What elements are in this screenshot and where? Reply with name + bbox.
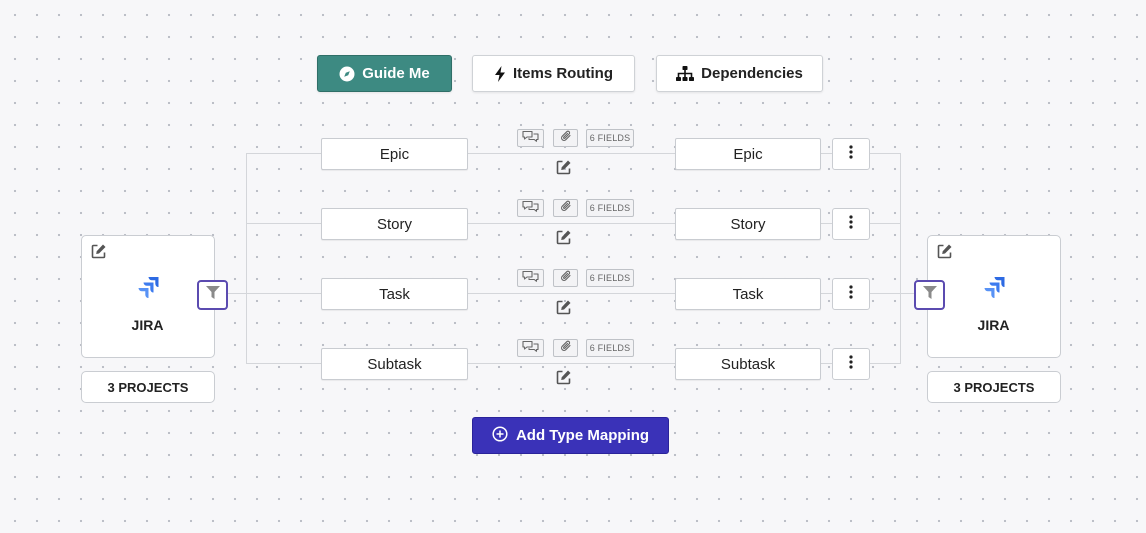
edit-icon[interactable] bbox=[937, 243, 953, 264]
left-trunk-line bbox=[246, 153, 247, 363]
fields-badge[interactable]: 6 FIELDS bbox=[586, 199, 634, 217]
type-label: Task bbox=[732, 285, 764, 303]
kebab-icon bbox=[849, 144, 853, 164]
left-type-subtask[interactable]: Subtask bbox=[321, 348, 468, 380]
attachments-toggle[interactable] bbox=[553, 129, 578, 147]
guide-me-label: Guide Me bbox=[362, 65, 430, 82]
type-label: Story bbox=[376, 215, 412, 233]
kebab-icon bbox=[849, 214, 853, 234]
paperclip-icon bbox=[560, 129, 572, 147]
comments-toggle[interactable] bbox=[517, 129, 544, 147]
plus-circle-icon bbox=[492, 425, 508, 446]
type-label: Story bbox=[730, 215, 766, 233]
row-menu-button[interactable] bbox=[832, 348, 870, 380]
left-projects-label: 3 PROJECTS bbox=[107, 379, 189, 395]
right-projects-label: 3 PROJECTS bbox=[953, 379, 1035, 395]
left-projects-button[interactable]: 3 PROJECTS bbox=[81, 371, 215, 403]
type-label: Subtask bbox=[367, 355, 422, 373]
dependencies-button[interactable]: Dependencies bbox=[656, 55, 823, 92]
comments-toggle[interactable] bbox=[517, 339, 544, 357]
right-type-story[interactable]: Story bbox=[675, 208, 821, 240]
attachments-toggle[interactable] bbox=[553, 269, 578, 287]
left-type-story[interactable]: Story bbox=[321, 208, 468, 240]
edit-mapping-icon[interactable] bbox=[556, 299, 572, 320]
items-routing-button[interactable]: Items Routing bbox=[472, 55, 635, 92]
left-system-name: JIRA bbox=[131, 317, 164, 333]
comments-icon bbox=[522, 269, 539, 287]
edit-icon[interactable] bbox=[91, 243, 107, 264]
attachments-toggle[interactable] bbox=[553, 199, 578, 217]
comments-toggle[interactable] bbox=[517, 199, 544, 217]
type-label: Subtask bbox=[720, 355, 776, 373]
fields-badge[interactable]: 6 FIELDS bbox=[586, 269, 634, 287]
left-type-task[interactable]: Task bbox=[321, 278, 468, 310]
type-label: Epic bbox=[379, 145, 410, 163]
row-menu-button[interactable] bbox=[832, 278, 870, 310]
kebab-icon bbox=[849, 284, 853, 304]
fields-badge[interactable]: 6 FIELDS bbox=[586, 129, 634, 147]
comments-icon bbox=[522, 129, 539, 147]
right-type-task[interactable]: Task bbox=[675, 278, 821, 310]
filter-icon bbox=[922, 286, 937, 304]
guide-me-button[interactable]: Guide Me bbox=[317, 55, 452, 92]
right-type-epic[interactable]: Epic bbox=[675, 138, 821, 170]
left-filter-button[interactable] bbox=[197, 280, 228, 310]
filter-icon bbox=[205, 286, 220, 304]
edit-mapping-icon[interactable] bbox=[556, 369, 572, 390]
compass-icon bbox=[339, 66, 355, 82]
row-menu-button[interactable] bbox=[832, 138, 870, 170]
comments-icon bbox=[522, 339, 539, 357]
row-menu-button[interactable] bbox=[832, 208, 870, 240]
left-system-card[interactable]: JIRA bbox=[81, 235, 215, 358]
type-label: Task bbox=[379, 285, 410, 303]
kebab-icon bbox=[849, 354, 853, 374]
right-system-name: JIRA bbox=[977, 317, 1010, 333]
attachments-toggle[interactable] bbox=[553, 339, 578, 357]
fields-label: 6 FIELDS bbox=[589, 133, 631, 143]
bolt-icon bbox=[494, 65, 506, 82]
left-type-epic[interactable]: Epic bbox=[321, 138, 468, 170]
add-type-mapping-button[interactable]: Add Type Mapping bbox=[472, 417, 669, 454]
dependencies-label: Dependencies bbox=[701, 65, 803, 82]
fields-label: 6 FIELDS bbox=[589, 343, 631, 353]
fields-label: 6 FIELDS bbox=[589, 203, 631, 213]
fields-label: 6 FIELDS bbox=[589, 273, 631, 283]
jira-logo-icon bbox=[982, 276, 1006, 305]
right-filter-button[interactable] bbox=[914, 280, 945, 310]
paperclip-icon bbox=[560, 269, 572, 287]
items-routing-label: Items Routing bbox=[513, 65, 613, 82]
type-label: Epic bbox=[733, 145, 763, 163]
jira-logo-icon bbox=[136, 276, 160, 305]
right-system-card[interactable]: JIRA bbox=[927, 235, 1061, 358]
right-type-subtask[interactable]: Subtask bbox=[675, 348, 821, 380]
edit-mapping-icon[interactable] bbox=[556, 229, 572, 250]
right-projects-button[interactable]: 3 PROJECTS bbox=[927, 371, 1061, 403]
comments-toggle[interactable] bbox=[517, 269, 544, 287]
fields-badge[interactable]: 6 FIELDS bbox=[586, 339, 634, 357]
left-stub-line bbox=[228, 293, 246, 294]
comments-icon bbox=[522, 199, 539, 217]
right-trunk-line bbox=[900, 153, 901, 363]
sitemap-icon bbox=[676, 66, 695, 81]
edit-mapping-icon[interactable] bbox=[556, 159, 572, 180]
add-type-mapping-label: Add Type Mapping bbox=[515, 427, 650, 444]
paperclip-icon bbox=[560, 199, 572, 217]
paperclip-icon bbox=[560, 339, 572, 357]
